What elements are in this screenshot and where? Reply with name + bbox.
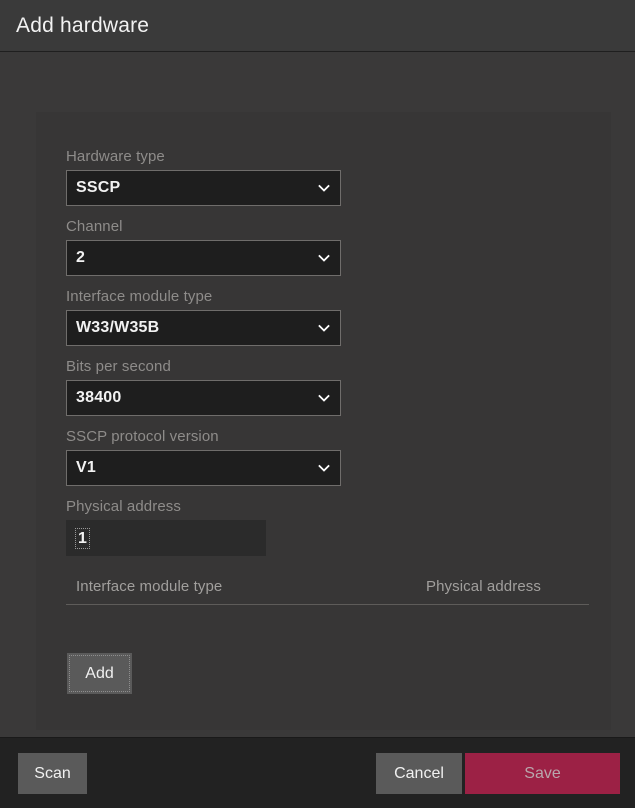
column-header-interface-module-type: Interface module type [76,578,223,595]
add-hardware-dialog: Add hardware Hardware type SSCP Channel … [0,0,635,808]
cancel-button[interactable]: Cancel [376,753,462,794]
sscp-protocol-version-select[interactable]: V1 [66,450,341,486]
interface-module-type-value: W33/W35B [76,319,160,336]
chevron-down-icon [317,181,331,195]
field-bits-per-second: Bits per second 38400 [66,358,589,416]
table-body [66,605,589,627]
add-button[interactable]: Add [67,653,132,694]
channel-value: 2 [76,249,86,266]
dialog-titlebar: Add hardware [0,0,635,52]
channel-select[interactable]: 2 [66,240,341,276]
label-bits-per-second: Bits per second [66,358,171,375]
table-header-row: Interface module type Physical address [66,578,589,605]
label-interface-module-type: Interface module type [66,288,213,305]
outer-panel: Hardware type SSCP Channel 2 Interface m… [14,52,635,737]
chevron-down-icon [317,251,331,265]
column-header-physical-address: Physical address [426,578,541,595]
chevron-down-icon [317,391,331,405]
bits-per-second-value: 38400 [76,389,122,406]
label-channel: Channel [66,218,123,235]
hardware-form-card: Hardware type SSCP Channel 2 Interface m… [36,112,611,730]
bits-per-second-select[interactable]: 38400 [66,380,341,416]
label-sscp-protocol-version: SSCP protocol version [66,428,219,445]
save-button[interactable]: Save [465,753,620,794]
physical-address-input[interactable]: 1 [66,520,266,556]
hardware-table: Interface module type Physical address [66,578,589,627]
field-channel: Channel 2 [66,218,589,276]
hardware-type-select[interactable]: SSCP [66,170,341,206]
sscp-protocol-version-value: V1 [76,459,96,476]
dialog-title: Add hardware [16,13,150,37]
label-hardware-type: Hardware type [66,148,165,165]
scan-button[interactable]: Scan [18,753,87,794]
dialog-body: Hardware type SSCP Channel 2 Interface m… [0,52,635,737]
hardware-type-value: SSCP [76,179,121,196]
chevron-down-icon [317,461,331,475]
field-interface-module-type: Interface module type W33/W35B [66,288,589,346]
field-sscp-protocol-version: SSCP protocol version V1 [66,428,589,486]
field-hardware-type: Hardware type SSCP [66,148,589,206]
chevron-down-icon [317,321,331,335]
label-physical-address: Physical address [66,498,181,515]
dialog-footer: Scan Cancel Save [0,737,635,808]
interface-module-type-select[interactable]: W33/W35B [66,310,341,346]
physical-address-value: 1 [75,527,90,549]
field-physical-address: Physical address 1 [66,498,589,556]
